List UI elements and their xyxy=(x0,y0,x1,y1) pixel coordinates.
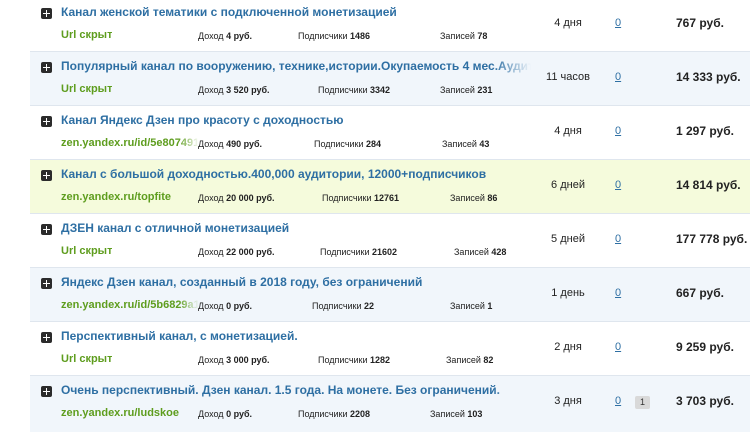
listing-price: 667 руб. xyxy=(676,286,724,300)
subscribers-field: Подписчики 3342 xyxy=(318,85,391,95)
comments-count-link[interactable]: 0 xyxy=(615,125,621,137)
listing-price: 14 814 руб. xyxy=(676,178,741,192)
posts-field: Записей 43 xyxy=(442,139,490,149)
posts-field: Записей 103 xyxy=(430,409,483,419)
listing-title-link[interactable]: Канал с большой доходностью.400,000 ауди… xyxy=(61,167,531,181)
comments-count-link[interactable]: 0 xyxy=(615,71,621,83)
income-field: Доход 22 000 руб. xyxy=(198,247,275,257)
expand-plus-icon[interactable] xyxy=(41,8,52,19)
listing-age: 3 дня xyxy=(554,395,582,407)
posts-field: Записей 86 xyxy=(450,193,498,203)
listing-title-link[interactable]: Перспективный канал, с монетизацией. xyxy=(61,329,531,343)
listing-title-link[interactable]: Очень перспективный. Дзен канал. 1.5 год… xyxy=(61,383,531,397)
table-row: Канал женской тематики с подключенной мо… xyxy=(30,0,750,52)
listing-title-link[interactable]: Популярный канал по вооружению, технике,… xyxy=(61,59,531,73)
table-row: Канал с большой доходностью.400,000 ауди… xyxy=(30,160,750,214)
income-field: Доход 3 520 руб. xyxy=(198,85,270,95)
listing-age: 4 дня xyxy=(554,125,582,137)
listing-title-link[interactable]: Канал женской тематики с подключенной мо… xyxy=(61,5,531,19)
income-field: Доход 3 000 руб. xyxy=(198,355,270,365)
comments-count-link[interactable]: 0 xyxy=(615,287,621,299)
table-row: Очень перспективный. Дзен канал. 1.5 год… xyxy=(30,376,750,432)
posts-field: Записей 82 xyxy=(446,355,494,365)
comment-badge: 1 xyxy=(635,396,650,409)
listing-price: 1 297 руб. xyxy=(676,124,734,138)
table-row: Популярный канал по вооружению, технике,… xyxy=(30,52,750,106)
listing-title-link[interactable]: Канал Яндекс Дзен про красоту с доходнос… xyxy=(61,113,531,127)
comments-count-link[interactable]: 0 xyxy=(615,341,621,353)
table-row: ДЗЕН канал с отличной монетизацией Url с… xyxy=(30,214,750,268)
listing-url: Url скрыт xyxy=(61,245,113,257)
listing-price: 3 703 руб. xyxy=(676,394,734,408)
subscribers-field: Подписчики 1282 xyxy=(318,355,391,365)
listing-age: 4 дня xyxy=(554,17,582,29)
subscribers-field: Подписчики 284 xyxy=(314,139,382,149)
listing-title-link[interactable]: Яндекс Дзен канал, созданный в 2018 году… xyxy=(61,275,531,289)
posts-field: Записей 428 xyxy=(454,247,507,257)
table-row: Канал Яндекс Дзен про красоту с доходнос… xyxy=(30,106,750,160)
income-field: Доход 490 руб. xyxy=(198,139,263,149)
listing-title-link[interactable]: ДЗЕН канал с отличной монетизацией xyxy=(61,221,531,235)
listing-age: 11 часов xyxy=(546,71,590,83)
listing-url: zen.yandex.ru/id/5b6829a1 xyxy=(61,299,199,311)
subscribers-field: Подписчики 21602 xyxy=(320,247,398,257)
listing-url: Url скрыт xyxy=(61,83,113,95)
income-field: Доход 0 руб. xyxy=(198,409,253,419)
listing-price: 9 259 руб. xyxy=(676,340,734,354)
subscribers-field: Подписчики 1486 xyxy=(298,31,371,41)
posts-field: Записей 231 xyxy=(440,85,493,95)
posts-field: Записей 1 xyxy=(450,301,493,311)
expand-plus-icon[interactable] xyxy=(41,170,52,181)
expand-plus-icon[interactable] xyxy=(41,224,52,235)
posts-field: Записей 78 xyxy=(440,31,488,41)
table-row: Перспективный канал, с монетизацией. Url… xyxy=(30,322,750,376)
listing-url: zen.yandex.ru/ludskoe xyxy=(61,407,179,419)
subscribers-field: Подписчики 22 xyxy=(312,301,375,311)
listing-url: Url скрыт xyxy=(61,353,113,365)
income-field: Доход 4 руб. xyxy=(198,31,253,41)
comments-count-link[interactable]: 0 xyxy=(615,233,621,245)
expand-plus-icon[interactable] xyxy=(41,116,52,127)
expand-plus-icon[interactable] xyxy=(41,62,52,73)
listing-age: 1 день xyxy=(551,287,585,299)
expand-plus-icon[interactable] xyxy=(41,332,52,343)
listing-price: 767 руб. xyxy=(676,16,724,30)
listing-age: 6 дней xyxy=(551,179,585,191)
comments-count-link[interactable]: 0 xyxy=(615,179,621,191)
income-field: Доход 0 руб. xyxy=(198,301,253,311)
listing-age: 2 дня xyxy=(554,341,582,353)
listing-price: 177 778 руб. xyxy=(676,232,748,246)
subscribers-field: Подписчики 12761 xyxy=(322,193,400,203)
listing-url: Url скрыт xyxy=(61,29,113,41)
expand-plus-icon[interactable] xyxy=(41,278,52,289)
income-field: Доход 20 000 руб. xyxy=(198,193,275,203)
listing-url: zen.yandex.ru/id/5e807491 xyxy=(61,137,199,149)
expand-plus-icon[interactable] xyxy=(41,386,52,397)
table-row: Яндекс Дзен канал, созданный в 2018 году… xyxy=(30,268,750,322)
listing-price: 14 333 руб. xyxy=(676,70,741,84)
listing-age: 5 дней xyxy=(551,233,585,245)
listing-url: zen.yandex.ru/topfite xyxy=(61,191,172,203)
listing-table: Канал женской тематики с подключенной мо… xyxy=(0,0,750,432)
comments-count-link[interactable]: 0 xyxy=(615,17,621,29)
subscribers-field: Подписчики 2208 xyxy=(298,409,371,419)
comments-count-link[interactable]: 0 xyxy=(615,395,621,407)
